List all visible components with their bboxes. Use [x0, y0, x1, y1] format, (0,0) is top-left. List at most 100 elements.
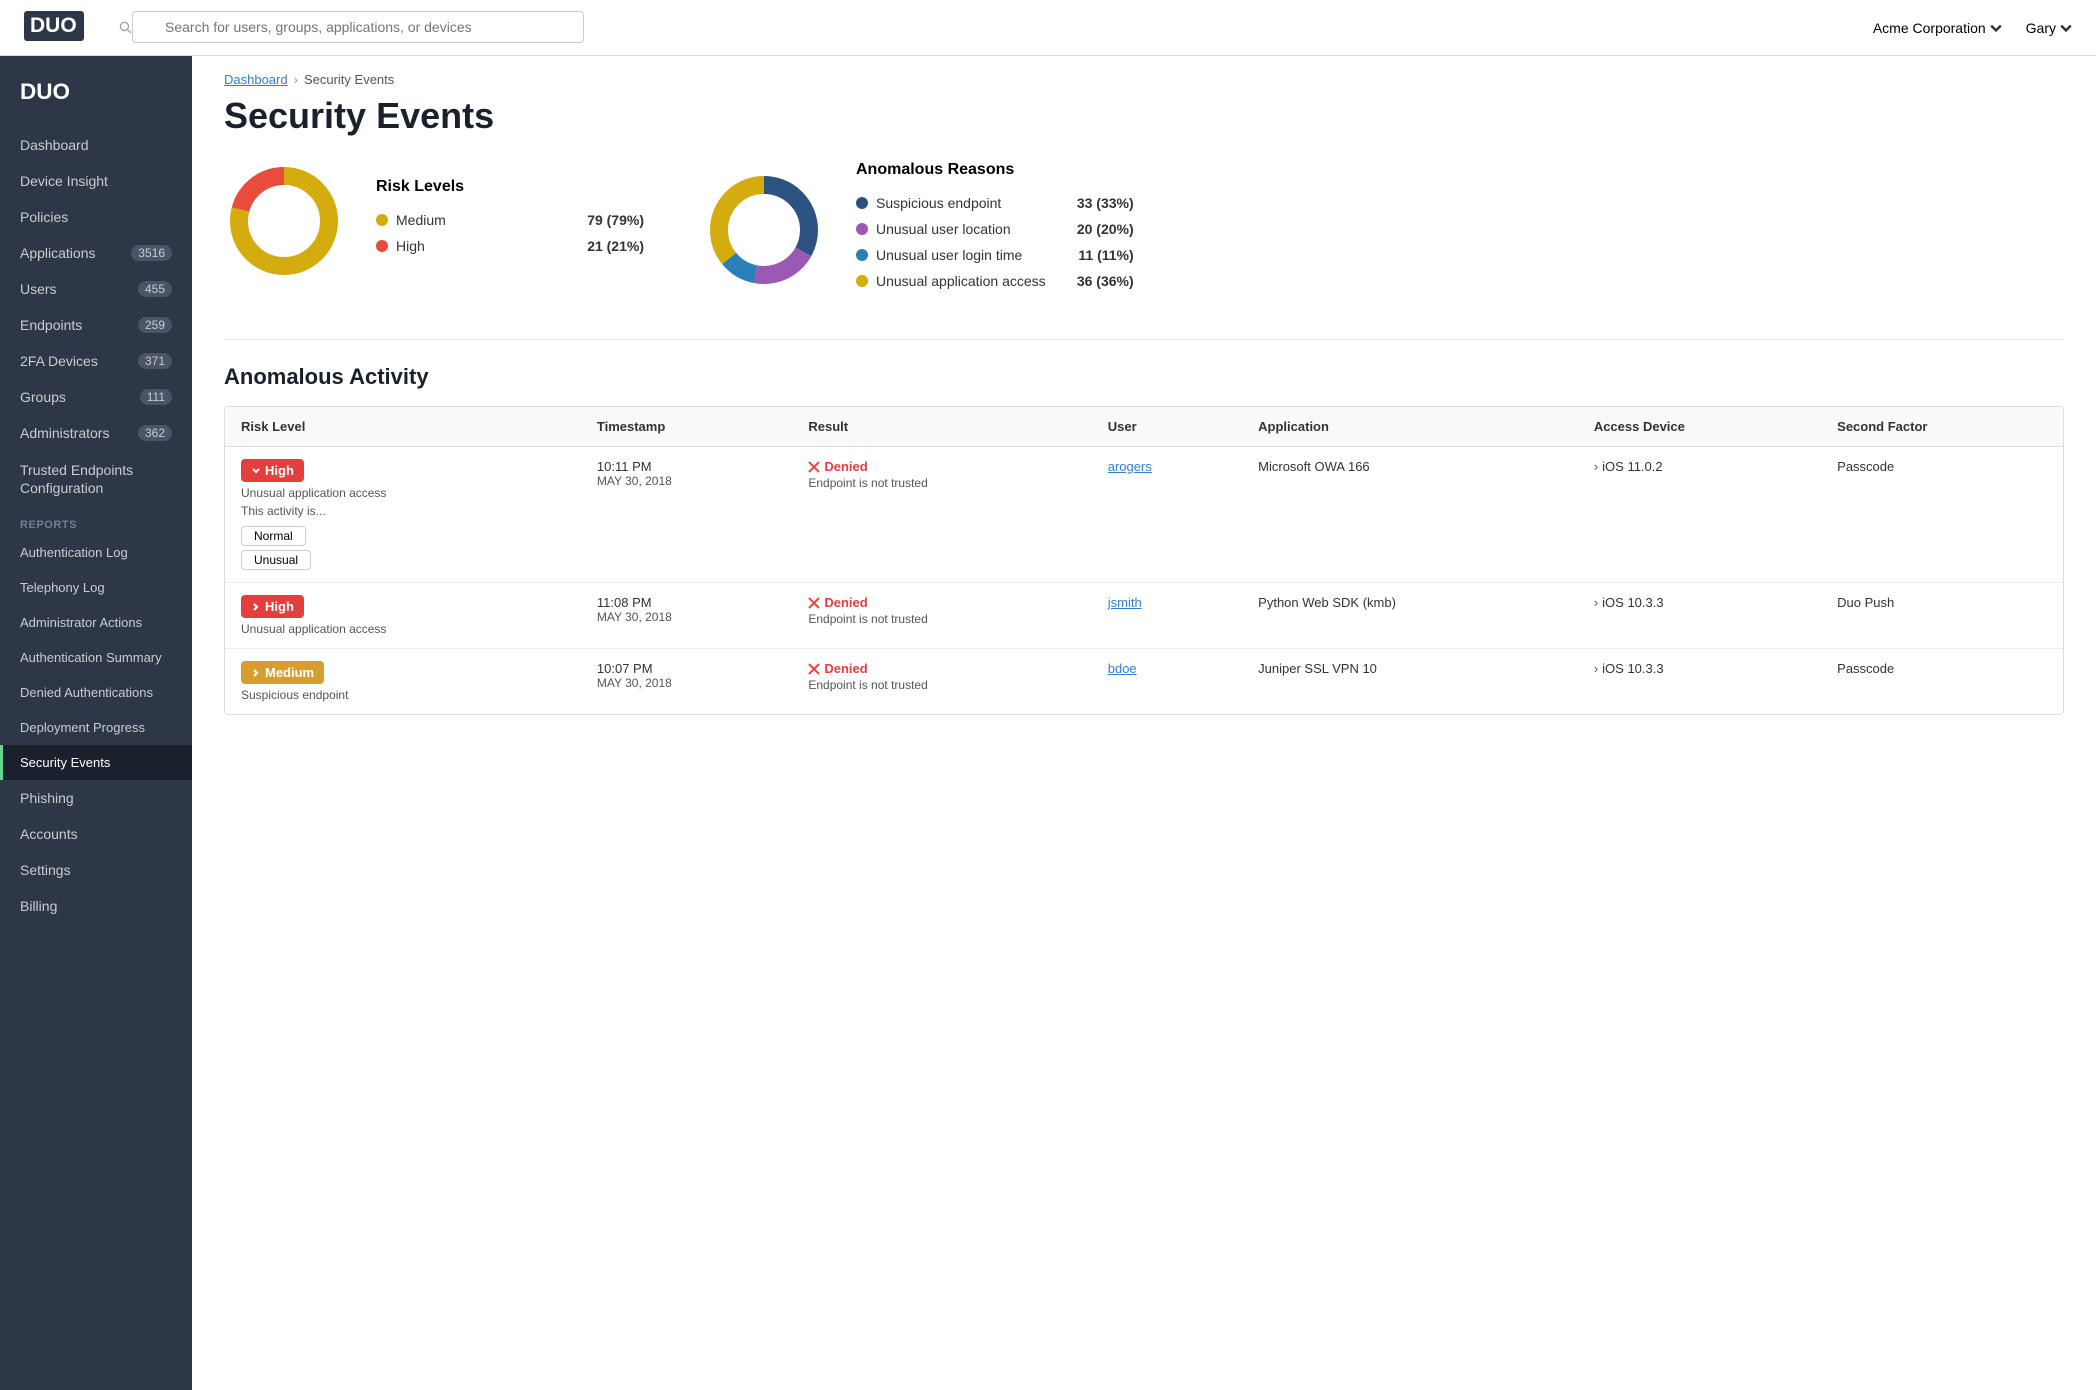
- sidebar-item-trusted-endpoints[interactable]: Trusted Endpoints Configuration: [0, 451, 192, 507]
- unusual-app-dot: [856, 275, 868, 287]
- chevron-right-icon: [251, 602, 261, 612]
- timestamp-cell: 11:08 PM MAY 30, 2018: [581, 583, 792, 649]
- denied-reason: Endpoint is not trusted: [808, 612, 1075, 626]
- sidebar-item-label: Endpoints: [20, 317, 82, 333]
- user-link[interactable]: bdoe: [1108, 661, 1137, 676]
- application-cell: Python Web SDK (kmb): [1242, 583, 1578, 649]
- timestamp-time: 10:11 PM: [597, 459, 776, 474]
- user-dropdown[interactable]: Gary: [2026, 20, 2072, 36]
- anomalous-reasons-chart: Anomalous Reasons Suspicious endpoint 33…: [704, 161, 1134, 299]
- sidebar-item-endpoints[interactable]: Endpoints 259: [0, 307, 192, 343]
- legend-high: High 21 (21%): [376, 238, 644, 254]
- sidebar-item-telephony-log[interactable]: Telephony Log: [0, 570, 192, 605]
- sidebar-item-applications[interactable]: Applications 3516: [0, 235, 192, 271]
- anomalous-activity-section: Anomalous Activity Risk Level Timestamp …: [192, 364, 2096, 747]
- anomalous-activity-table: Risk Level Timestamp Result User Applica…: [225, 407, 2063, 714]
- table-row: High Unusual application access 11:08 PM…: [225, 583, 2063, 649]
- sidebar-item-dashboard[interactable]: Dashboard: [0, 127, 192, 163]
- result-denied: Denied: [808, 661, 1075, 676]
- org-chevron-icon: [1990, 22, 2002, 34]
- sidebar-item-label: Authentication Log: [20, 545, 128, 560]
- breadcrumb-home[interactable]: Dashboard: [224, 72, 288, 87]
- sidebar-item-label: Denied Authentications: [20, 685, 153, 700]
- high-value: 21 (21%): [564, 238, 644, 254]
- sidebar-item-denied-authentications[interactable]: Denied Authentications: [0, 675, 192, 710]
- sidebar-item-users[interactable]: Users 455: [0, 271, 192, 307]
- sidebar-item-deployment-progress[interactable]: Deployment Progress: [0, 710, 192, 745]
- result-cell: Denied Endpoint is not trusted: [792, 649, 1091, 715]
- svg-text:DUO: DUO: [30, 14, 77, 37]
- sidebar-item-settings[interactable]: Settings: [0, 852, 192, 888]
- page-title: Security Events: [192, 87, 2096, 161]
- sidebar-item-groups[interactable]: Groups 111: [0, 379, 192, 415]
- result-cell: Denied Endpoint is not trusted: [792, 583, 1091, 649]
- timestamp-time: 11:08 PM: [597, 595, 776, 610]
- sidebar-item-device-insight[interactable]: Device Insight: [0, 163, 192, 199]
- sidebar-item-label: Billing: [20, 898, 57, 914]
- col-user: User: [1092, 407, 1242, 447]
- access-device-cell: › iOS 10.3.3: [1578, 583, 1821, 649]
- high-dot: [376, 240, 388, 252]
- col-application: Application: [1242, 407, 1578, 447]
- medium-label: Medium: [396, 212, 556, 228]
- unusual-time-dot: [856, 249, 868, 261]
- sidebar-item-authentication-log[interactable]: Authentication Log: [0, 535, 192, 570]
- main-content: Dashboard › Security Events Security Eve…: [192, 56, 2096, 1390]
- high-label: High: [396, 238, 556, 254]
- sidebar-item-authentication-summary[interactable]: Authentication Summary: [0, 640, 192, 675]
- sidebar-item-accounts[interactable]: Accounts: [0, 816, 192, 852]
- risk-activity-label: This activity is...: [241, 504, 565, 518]
- second-factor-cell: Duo Push: [1821, 583, 2063, 649]
- sidebar-item-security-events[interactable]: Security Events: [0, 745, 192, 780]
- duo-logo: DUO: [24, 11, 84, 44]
- risk-levels-chart: Risk Levels Medium 79 (79%) High 21 (21%…: [224, 161, 644, 281]
- sidebar-item-2fa-devices[interactable]: 2FA Devices 371: [0, 343, 192, 379]
- arrow-right-icon: ›: [1594, 459, 1598, 474]
- risk-level-cell: Medium Suspicious endpoint: [225, 649, 581, 715]
- sidebar-badge: 455: [138, 281, 172, 297]
- risk-badge-high: High: [241, 595, 304, 618]
- col-access-device: Access Device: [1578, 407, 1821, 447]
- col-second-factor: Second Factor: [1821, 407, 2063, 447]
- sidebar-item-label: Deployment Progress: [20, 720, 145, 735]
- risk-level-cell: High Unusual application access: [225, 583, 581, 649]
- user-cell: jsmith: [1092, 583, 1242, 649]
- unusual-time-label: Unusual user login time: [876, 247, 1046, 263]
- user-link[interactable]: arogers: [1108, 459, 1152, 474]
- unusual-loc-dot: [856, 223, 868, 235]
- breadcrumb-separator: ›: [294, 72, 298, 87]
- breadcrumb: Dashboard › Security Events: [192, 56, 2096, 87]
- sidebar-item-administrator-actions[interactable]: Administrator Actions: [0, 605, 192, 640]
- user-cell: arogers: [1092, 447, 1242, 583]
- unusual-app-value: 36 (36%): [1054, 273, 1134, 289]
- sidebar: DUO Dashboard Device Insight Policies Ap…: [0, 56, 192, 1390]
- unusual-button[interactable]: Unusual: [241, 550, 311, 570]
- sidebar-item-label: Groups: [20, 389, 66, 405]
- sidebar-item-label: Accounts: [20, 826, 78, 842]
- org-dropdown[interactable]: Acme Corporation: [1873, 20, 2002, 36]
- sidebar-item-billing[interactable]: Billing: [0, 888, 192, 924]
- search-input[interactable]: [132, 11, 584, 43]
- sidebar-item-label: Security Events: [20, 755, 110, 770]
- sidebar-item-phishing[interactable]: Phishing: [0, 780, 192, 816]
- sidebar-item-label: Dashboard: [20, 137, 89, 153]
- chevron-down-icon: [251, 466, 261, 476]
- normal-button[interactable]: Normal: [241, 526, 306, 546]
- sidebar-item-administrators[interactable]: Administrators 362: [0, 415, 192, 451]
- sidebar-item-label: Trusted Endpoints Configuration: [20, 461, 172, 497]
- sidebar-badge: 3516: [131, 245, 172, 261]
- sidebar-logo: DUO: [0, 56, 192, 127]
- charts-section: Risk Levels Medium 79 (79%) High 21 (21%…: [192, 161, 2096, 339]
- legend-unusual-app: Unusual application access 36 (36%): [856, 273, 1134, 289]
- risk-reason: Unusual application access: [241, 486, 565, 500]
- sidebar-item-policies[interactable]: Policies: [0, 199, 192, 235]
- legend-suspicious: Suspicious endpoint 33 (33%): [856, 195, 1134, 211]
- svg-text:DUO: DUO: [20, 79, 70, 104]
- result-cell: Denied Endpoint is not trusted: [792, 447, 1091, 583]
- anomalous-activity-title: Anomalous Activity: [224, 364, 2064, 390]
- sidebar-item-label: Administrators: [20, 425, 109, 441]
- user-link[interactable]: jsmith: [1108, 595, 1142, 610]
- medium-dot: [376, 214, 388, 226]
- risk-donut-chart: [224, 161, 344, 281]
- unusual-loc-label: Unusual user location: [876, 221, 1046, 237]
